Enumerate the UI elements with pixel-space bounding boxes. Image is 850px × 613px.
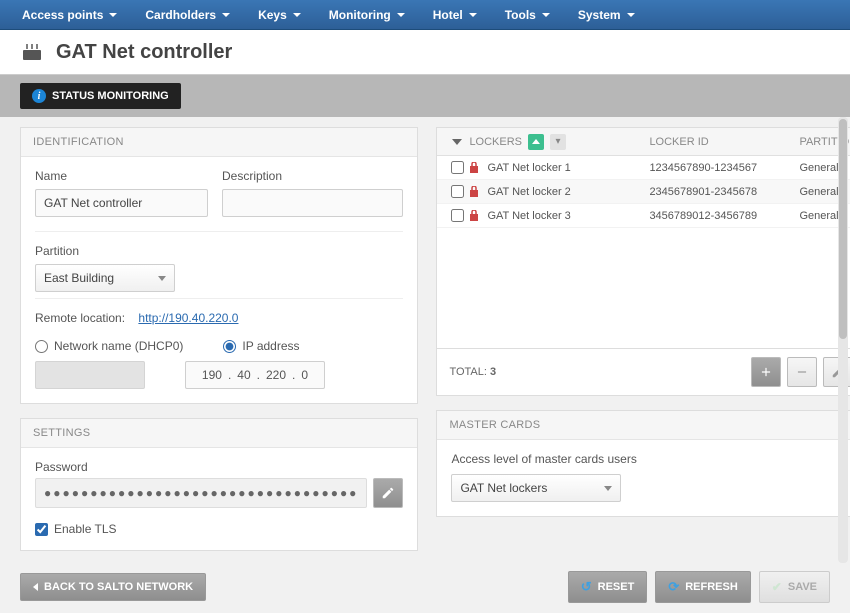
nav-cardholders[interactable]: Cardholders <box>131 0 244 30</box>
nav-monitoring[interactable]: Monitoring <box>315 0 419 30</box>
lockers-section: LOCKERS ▾ LOCKER ID PARTITION GAT Net lo… <box>436 127 850 396</box>
reset-button[interactable]: ↺ RESET <box>568 571 648 603</box>
col-locker-id[interactable]: LOCKER ID <box>649 136 799 148</box>
col-lockers[interactable]: LOCKERS <box>469 136 522 148</box>
table-row[interactable]: GAT Net locker 3 3456789012-3456789 Gene… <box>437 204 850 228</box>
controller-icon <box>20 40 44 64</box>
filter-icon[interactable]: ▾ <box>550 134 566 150</box>
enable-tls-checkbox[interactable]: Enable TLS <box>35 522 403 536</box>
chevron-down-icon <box>397 13 405 17</box>
ip-address-input[interactable]: 190. 40. 220. 0 <box>185 361 325 389</box>
panel-title: MASTER CARDS <box>437 411 850 440</box>
expand-all-toggle[interactable] <box>445 139 469 145</box>
row-checkbox[interactable] <box>451 209 464 222</box>
chevron-down-icon <box>452 139 462 145</box>
ribbon: i STATUS MONITORING <box>0 75 850 117</box>
minus-icon <box>795 365 809 379</box>
description-label: Description <box>222 169 403 183</box>
name-label: Name <box>35 169 208 183</box>
chevron-down-icon <box>542 13 550 17</box>
nav-system[interactable]: System <box>564 0 649 30</box>
master-cards-panel: MASTER CARDS Access level of master card… <box>436 410 850 517</box>
back-button[interactable]: BACK TO SALTO NETWORK <box>20 573 206 601</box>
table-body: GAT Net locker 1 1234567890-1234567 Gene… <box>437 156 850 348</box>
chevron-down-icon <box>604 486 612 491</box>
chevron-down-icon <box>293 13 301 17</box>
partition-select[interactable]: East Building <box>35 264 175 292</box>
remove-locker-button[interactable] <box>787 357 817 387</box>
remote-location-link[interactable]: http://190.40.220.0 <box>138 311 238 325</box>
radio-ip[interactable]: IP address <box>223 339 299 353</box>
table-header: LOCKERS ▾ LOCKER ID PARTITION <box>437 128 850 156</box>
footer-bar: BACK TO SALTO NETWORK ↺ RESET ⟳ REFRESH … <box>0 563 850 613</box>
chevron-down-icon <box>469 13 477 17</box>
refresh-button[interactable]: ⟳ REFRESH <box>655 571 750 603</box>
access-level-select[interactable]: GAT Net lockers <box>451 474 621 502</box>
password-label: Password <box>35 460 88 474</box>
main-content: IDENTIFICATION Name Description Partitio… <box>0 117 850 563</box>
add-locker-button[interactable] <box>751 357 781 387</box>
row-checkbox[interactable] <box>451 161 464 174</box>
table-footer: TOTAL: 3 <box>436 349 850 396</box>
locker-icon <box>469 186 479 198</box>
top-nav: Access points Cardholders Keys Monitorin… <box>0 0 850 30</box>
locker-icon <box>469 162 479 174</box>
radio-dhcp[interactable]: Network name (DHCP0) <box>35 339 183 353</box>
remote-location-label: Remote location: <box>35 311 125 325</box>
table-row[interactable]: GAT Net locker 2 2345678901-2345678 Gene… <box>437 180 850 204</box>
table-row[interactable]: GAT Net locker 1 1234567890-1234567 Gene… <box>437 156 850 180</box>
pencil-icon <box>381 486 395 500</box>
identification-panel: IDENTIFICATION Name Description Partitio… <box>20 127 418 404</box>
edit-password-button[interactable] <box>373 478 403 508</box>
nav-keys[interactable]: Keys <box>244 0 315 30</box>
page-title: GAT Net controller <box>56 41 232 64</box>
row-checkbox[interactable] <box>451 185 464 198</box>
settings-panel: SETTINGS Password ●●●●●●●●●●●●●●●●●●●●●●… <box>20 418 418 551</box>
panel-title: IDENTIFICATION <box>21 128 417 157</box>
dhcp-name-input <box>35 361 145 389</box>
refresh-icon: ⟳ <box>668 579 679 595</box>
password-field: ●●●●●●●●●●●●●●●●●●●●●●●●●●●●●●●●●● <box>35 478 367 508</box>
chevron-down-icon <box>627 13 635 17</box>
status-monitoring-button[interactable]: i STATUS MONITORING <box>20 83 181 109</box>
save-button[interactable]: ✔ SAVE <box>759 571 830 603</box>
description-input[interactable] <box>222 189 403 217</box>
access-level-label: Access level of master cards users <box>451 452 850 466</box>
info-icon: i <box>32 89 46 103</box>
plus-icon <box>759 365 773 379</box>
nav-hotel[interactable]: Hotel <box>419 0 491 30</box>
chevron-down-icon <box>222 13 230 17</box>
chevron-down-icon <box>158 276 166 281</box>
vertical-scrollbar[interactable] <box>838 117 848 563</box>
locker-icon <box>469 210 479 222</box>
nav-access-points[interactable]: Access points <box>8 0 131 30</box>
check-icon: ✔ <box>772 580 782 594</box>
arrow-left-icon <box>33 583 38 591</box>
title-bar: GAT Net controller <box>0 30 850 75</box>
nav-tools[interactable]: Tools <box>491 0 564 30</box>
panel-title: SETTINGS <box>21 419 417 448</box>
sort-asc-icon[interactable] <box>528 134 544 150</box>
name-input[interactable] <box>35 189 208 217</box>
chevron-down-icon <box>109 13 117 17</box>
partition-label: Partition <box>35 244 175 258</box>
reset-icon: ↺ <box>581 579 592 595</box>
